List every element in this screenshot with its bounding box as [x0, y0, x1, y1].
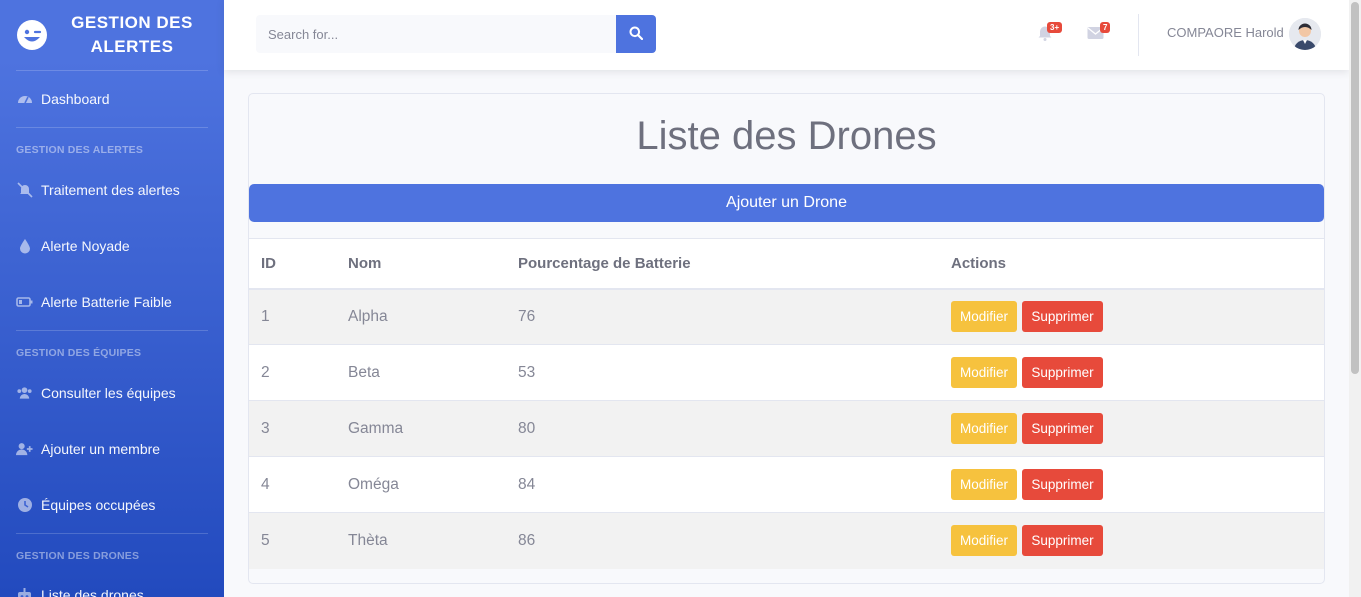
sidebar-item-dashboard[interactable]: Dashboard — [0, 71, 224, 127]
alerts-badge: 3+ — [1047, 22, 1063, 33]
search-icon — [629, 26, 644, 43]
table-row: 2 Beta 53 Modifier Supprimer — [249, 344, 1324, 401]
drones-card: Liste des Drones Ajouter un Drone ID Nom… — [248, 93, 1325, 584]
cell-id: 4 — [249, 456, 336, 513]
edit-button[interactable]: Modifier — [951, 301, 1018, 333]
cell-actions: Modifier Supprimer — [939, 344, 1324, 401]
column-header-nom: Nom — [336, 238, 506, 290]
sidebar-item-label: Dashboard — [41, 91, 110, 107]
tachometer-icon — [16, 91, 33, 108]
sidebar-item-equipes-occupees[interactable]: Équipes occupées — [0, 477, 224, 533]
column-header-batterie: Pourcentage de Batterie — [506, 238, 939, 290]
sidebar-item-label: Équipes occupées — [41, 497, 156, 513]
messages-dropdown[interactable]: 7 — [1087, 22, 1111, 44]
cell-actions: Modifier Supprimer — [939, 456, 1324, 513]
tint-icon — [16, 238, 33, 255]
users-icon — [16, 385, 33, 402]
delete-button[interactable]: Supprimer — [1022, 301, 1103, 333]
cell-actions: Modifier Supprimer — [939, 400, 1324, 457]
cell-id: 2 — [249, 344, 336, 401]
user-name[interactable]: COMPAORE Harold — [1167, 25, 1284, 40]
cell-nom: Oméga — [336, 456, 506, 513]
cell-id: 3 — [249, 400, 336, 457]
delete-button[interactable]: Supprimer — [1022, 357, 1103, 388]
alerts-dropdown[interactable]: 3+ — [1037, 22, 1063, 44]
cell-nom: Thèta — [336, 512, 506, 569]
sidebar-item-label: Traitement des alertes — [41, 182, 180, 198]
column-header-actions: Actions — [939, 238, 1324, 290]
page-title: Liste des Drones — [636, 114, 937, 158]
table-row: 3 Gamma 80 Modifier Supprimer — [249, 400, 1324, 457]
sidebar-heading: GESTION DES ALERTES — [16, 144, 144, 156]
cell-actions: Modifier Supprimer — [939, 288, 1324, 345]
sidebar-item-traitement-alertes[interactable]: Traitement des alertes — [0, 162, 224, 218]
battery-quarter-icon — [16, 294, 33, 311]
sidebar-item-ajouter-membre[interactable]: Ajouter un membre — [0, 421, 224, 477]
page-scrollbar[interactable] — [1349, 0, 1361, 597]
table-row: 4 Oméga 84 Modifier Supprimer — [249, 456, 1324, 513]
topbar: 3+ 7 COMPAORE Harold — [224, 0, 1349, 70]
add-drone-button[interactable]: Ajouter un Drone — [249, 184, 1324, 222]
table-header-row: ID Nom Pourcentage de Batterie Actions — [249, 238, 1324, 290]
sidebar-heading: GESTION DES ÉQUIPES — [16, 347, 142, 359]
bell-slash-icon — [16, 182, 33, 199]
cell-nom: Alpha — [336, 288, 506, 345]
sidebar: GESTION DES ALERTES Dashboard GESTION DE… — [0, 0, 224, 597]
robot-icon — [16, 587, 33, 597]
edit-button[interactable]: Modifier — [951, 413, 1018, 444]
scrollbar-thumb[interactable] — [1351, 2, 1359, 374]
brand-title: GESTION DES ALERTES — [71, 13, 193, 56]
sidebar-item-label: Consulter les équipes — [41, 385, 176, 401]
cell-id: 5 — [249, 512, 336, 569]
edit-button[interactable]: Modifier — [951, 525, 1018, 557]
sidebar-item-alerte-noyade[interactable]: Alerte Noyade — [0, 218, 224, 274]
cell-batterie: 76 — [506, 288, 939, 345]
messages-badge: 7 — [1100, 22, 1111, 33]
search-input[interactable] — [256, 15, 616, 53]
sidebar-brand[interactable]: GESTION DES ALERTES — [0, 0, 224, 70]
laugh-wink-icon — [16, 19, 48, 51]
avatar[interactable] — [1289, 18, 1321, 50]
cell-batterie: 53 — [506, 344, 939, 401]
sidebar-item-label: Liste des drones — [41, 587, 144, 597]
search-button[interactable] — [616, 15, 656, 53]
cell-batterie: 80 — [506, 400, 939, 457]
sidebar-heading: GESTION DES DRONES — [16, 550, 140, 562]
delete-button[interactable]: Supprimer — [1022, 413, 1103, 444]
table-row: 1 Alpha 76 Modifier Supprimer — [249, 288, 1324, 345]
cell-nom: Gamma — [336, 400, 506, 457]
cell-id: 1 — [249, 288, 336, 345]
sidebar-item-alerte-batterie[interactable]: Alerte Batterie Faible — [0, 274, 224, 330]
cell-batterie: 86 — [506, 512, 939, 569]
user-plus-icon — [16, 441, 33, 458]
table-row: 5 Thèta 86 Modifier Supprimer — [249, 512, 1324, 569]
cell-nom: Beta — [336, 344, 506, 401]
cell-actions: Modifier Supprimer — [939, 512, 1324, 569]
drones-table: ID Nom Pourcentage de Batterie Actions 1… — [249, 238, 1324, 569]
edit-button[interactable]: Modifier — [951, 357, 1018, 388]
column-header-id: ID — [249, 238, 336, 290]
delete-button[interactable]: Supprimer — [1022, 525, 1103, 557]
sidebar-item-label: Alerte Noyade — [41, 238, 130, 254]
edit-button[interactable]: Modifier — [951, 469, 1018, 500]
sidebar-item-liste-drones[interactable]: Liste des drones — [0, 568, 224, 597]
cell-batterie: 84 — [506, 456, 939, 513]
sidebar-item-label: Alerte Batterie Faible — [41, 294, 172, 310]
sidebar-item-label: Ajouter un membre — [41, 441, 161, 457]
clock-icon — [16, 497, 33, 514]
topbar-divider — [1138, 14, 1139, 56]
sidebar-item-consulter-equipes[interactable]: Consulter les équipes — [0, 365, 224, 421]
search-group — [256, 15, 656, 53]
delete-button[interactable]: Supprimer — [1022, 469, 1103, 500]
